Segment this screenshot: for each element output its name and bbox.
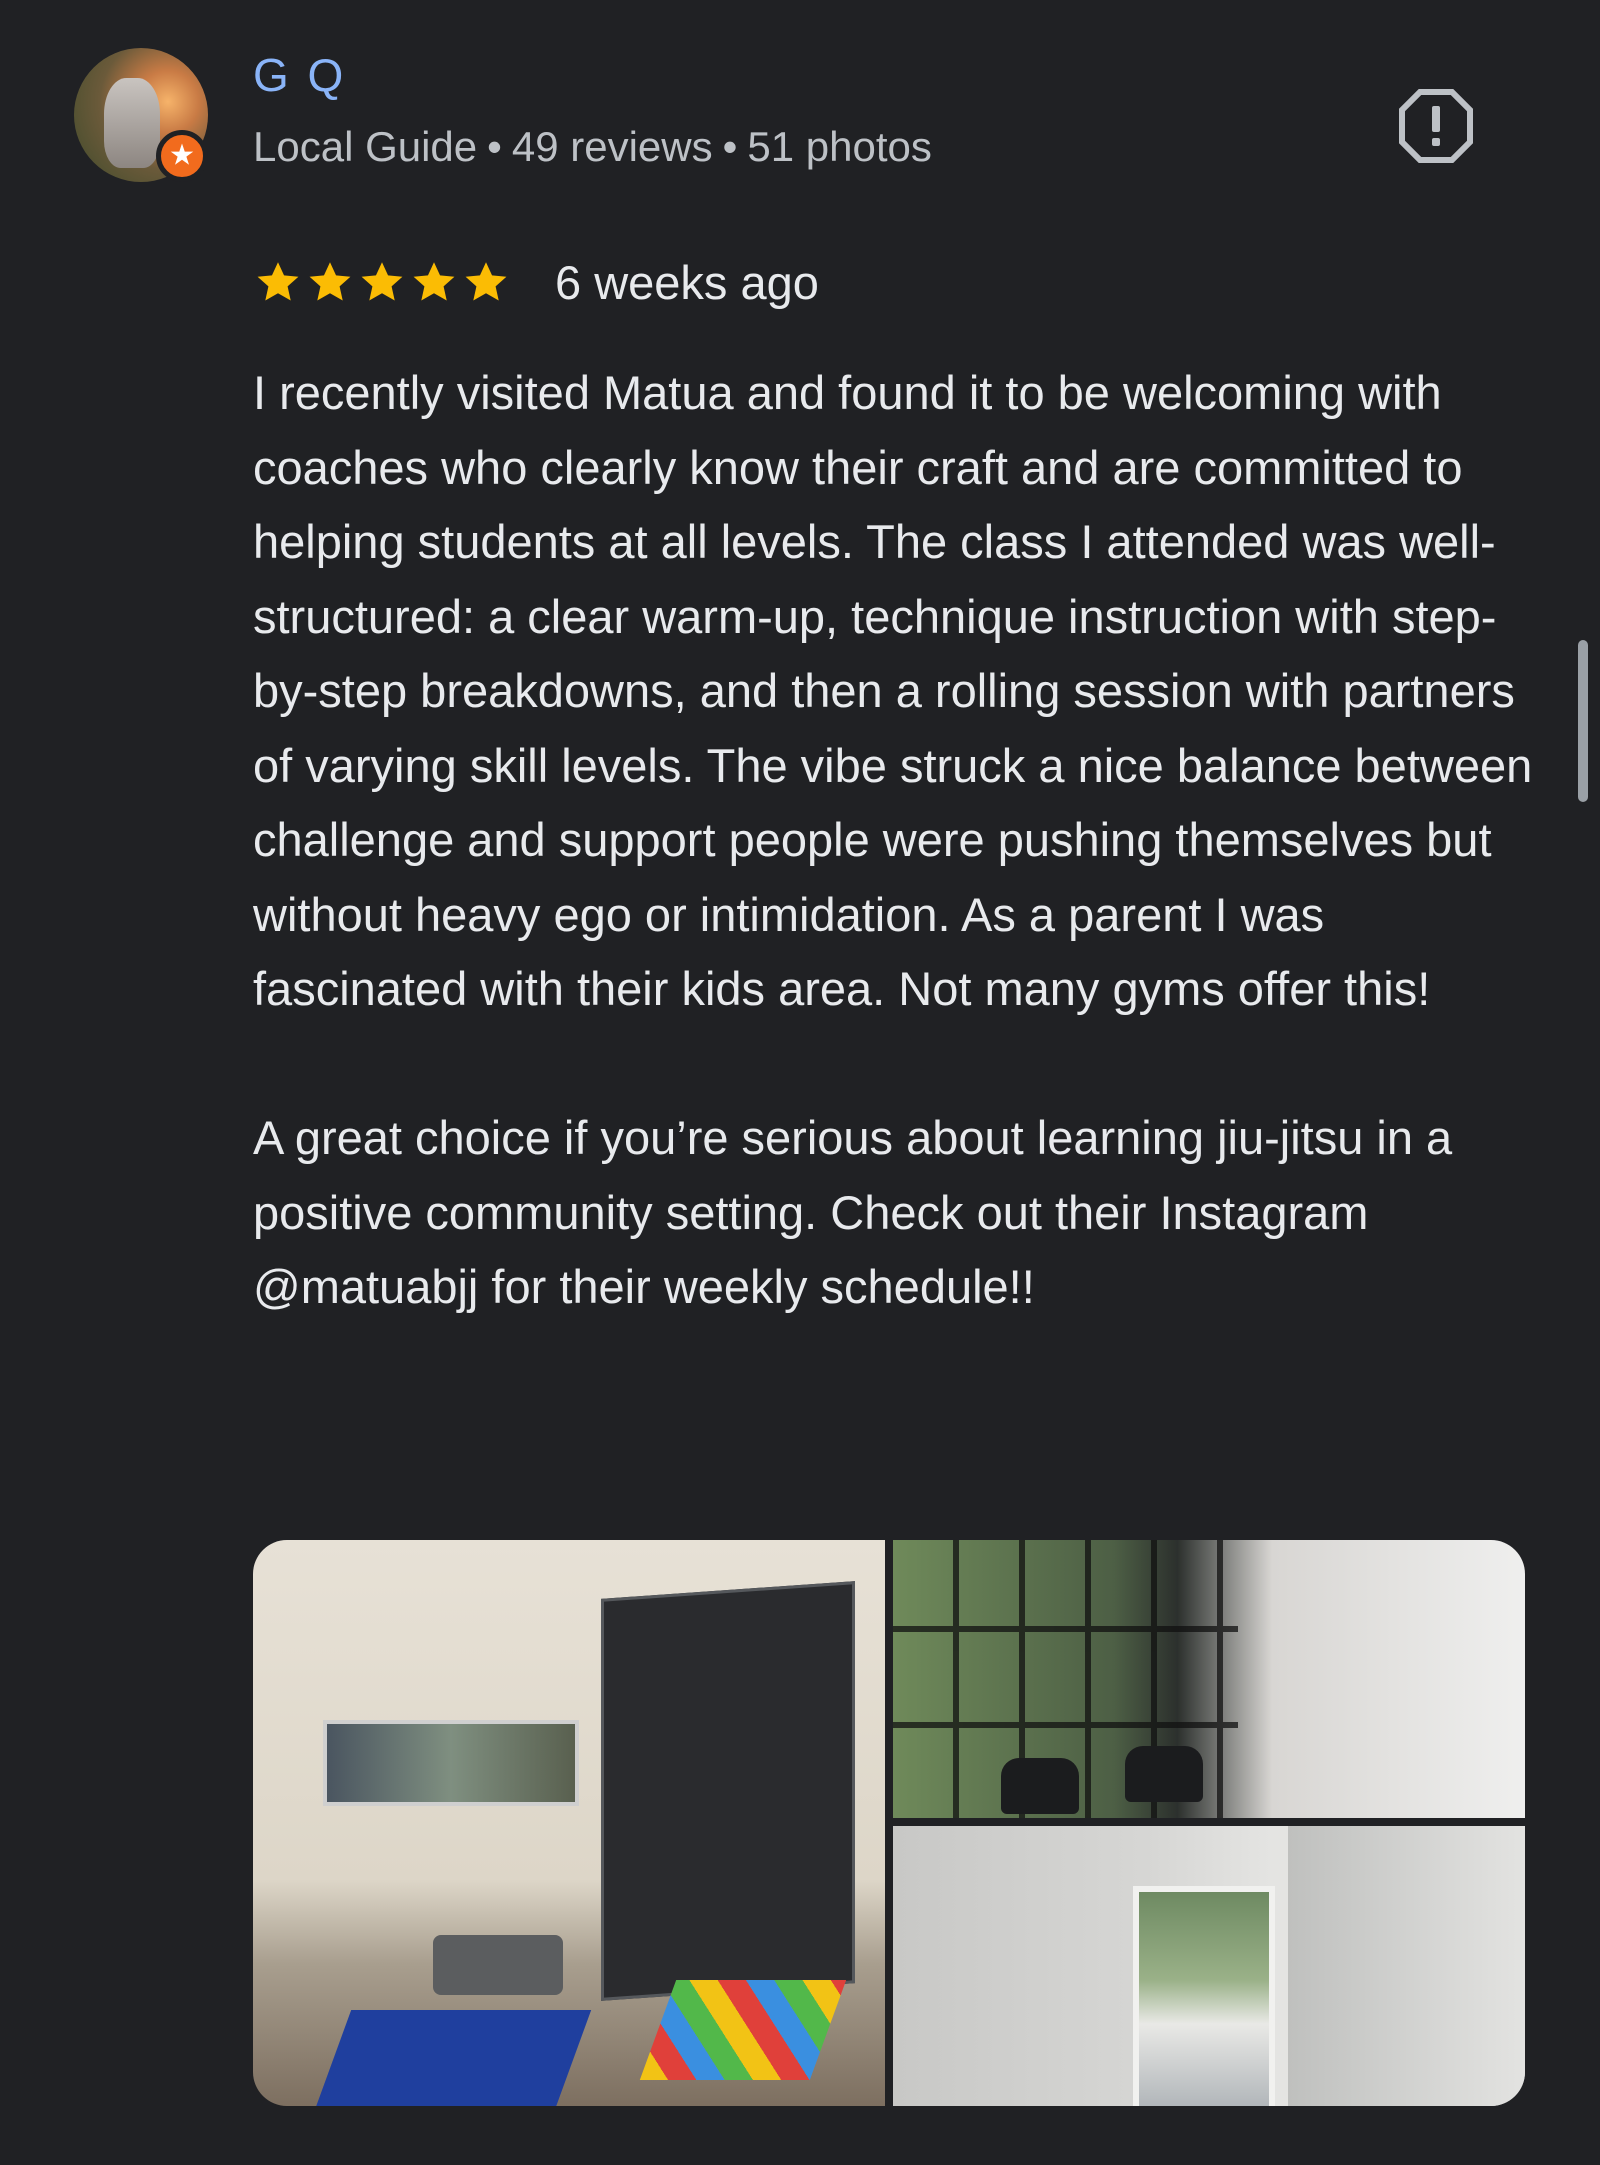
star-icon [465, 262, 507, 301]
star-rating [253, 257, 511, 307]
local-guide-label: Local Guide [253, 123, 478, 170]
photo-count: 51 photos [747, 123, 932, 170]
report-icon[interactable] [1398, 88, 1474, 164]
local-guide-badge-icon [156, 130, 208, 182]
review-photos [253, 1540, 1525, 2106]
photo-detail [433, 1935, 563, 1995]
scrollbar-thumb[interactable] [1578, 640, 1588, 802]
meta-separator: • [487, 123, 502, 170]
review-photo-kids-area[interactable] [253, 1540, 885, 2106]
reviewer-meta: Local Guide • 49 reviews • 51 photos [253, 126, 932, 168]
review-count: 49 reviews [511, 123, 713, 170]
review-paragraph: A great choice if you’re serious about l… [253, 1111, 1453, 1313]
photo-detail [1133, 1886, 1275, 2106]
photo-detail [601, 1581, 855, 2001]
photo-detail [323, 1720, 579, 1806]
review-card: G Q Local Guide • 49 reviews • 51 photos 6 w… [0, 0, 1600, 2165]
photo-detail [639, 1980, 847, 2080]
review-paragraph: I recently visited Matua and found it to… [253, 366, 1533, 1015]
review-photo-hallway[interactable] [893, 1826, 1525, 2106]
reviewer-name[interactable]: G Q [253, 52, 346, 98]
photo-detail [1001, 1758, 1079, 1814]
photo-detail [314, 2010, 592, 2106]
star-icon [309, 262, 351, 301]
review-photo-lobby[interactable] [893, 1540, 1525, 1818]
star-icon [257, 262, 299, 301]
star-icon [413, 262, 455, 301]
review-time: 6 weeks ago [555, 255, 819, 309]
photo-detail [1288, 1826, 1525, 2106]
review-text: I recently visited Matua and found it to… [253, 356, 1533, 1325]
star-icon [361, 262, 403, 301]
photo-detail [1125, 1746, 1203, 1802]
rating-row: 6 weeks ago [253, 252, 819, 312]
star-burst-icon [170, 143, 194, 165]
avatar-dog-figure [104, 78, 160, 168]
meta-separator: • [722, 123, 738, 170]
